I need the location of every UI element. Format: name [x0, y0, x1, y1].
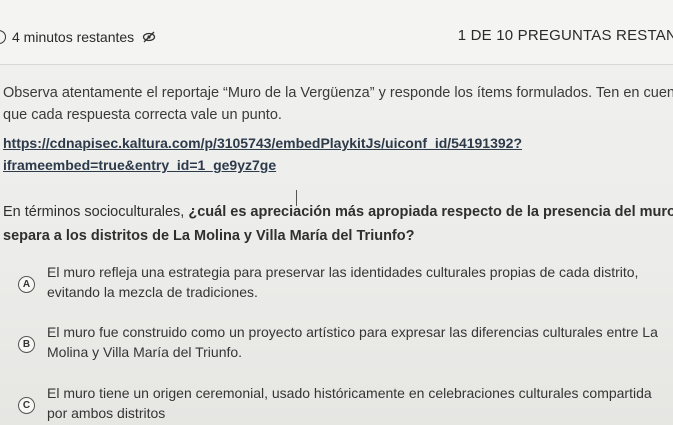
video-link-line[interactable]: https://cdnapisec.kaltura.com/p/3105743/…	[3, 132, 522, 154]
instructions: Observa atentamente el reportaje “Muro d…	[3, 82, 673, 126]
question-intro: En términos socioculturales,	[3, 204, 189, 220]
question-text: En términos socioculturales, ¿cuál es ap…	[3, 200, 673, 248]
questions-remaining: 1 DE 10 PREGUNTAS RESTAN	[457, 27, 673, 44]
option-text-c[interactable]: El muro tiene un origen ceremonial, usad…	[47, 383, 652, 403]
timer: 4 minutos restantes	[0, 27, 156, 47]
eye-slash-icon[interactable]	[142, 30, 156, 44]
option-text-c-cont[interactable]: por ambos distritos	[47, 403, 165, 423]
option-letter-a[interactable]: A	[18, 276, 35, 293]
instructions-line: Observa atentamente el reportaje “Muro d…	[3, 85, 673, 101]
video-link[interactable]: https://cdnapisec.kaltura.com/p/3105743/…	[3, 132, 522, 176]
video-link-line[interactable]: iframeembed=true&entry_id=1_ge9yz7ge	[3, 154, 522, 176]
option-text-a[interactable]: El muro refleja una estrategia para pres…	[47, 262, 638, 282]
option-text-b[interactable]: El muro fue construido como un proyecto …	[47, 322, 658, 342]
instructions-line: que cada respuesta correcta vale un punt…	[3, 107, 282, 123]
option-letter-b[interactable]: B	[18, 336, 35, 353]
quiz-header: 4 minutos restantes 1 DE 10 PREGUNTAS RE…	[0, 0, 673, 65]
clock-icon	[0, 30, 6, 44]
question-panel: Observa atentamente el reportaje “Muro d…	[0, 64, 673, 425]
option-text-a-cont[interactable]: evitando la mezcla de tradiciones.	[47, 282, 258, 302]
question-line: separa a los distritos de La Molina y Vi…	[3, 228, 415, 244]
question-line: En términos socioculturales, ¿cuál es ap…	[3, 200, 673, 224]
option-text-b-cont[interactable]: Molina y Villa María del Triunfo.	[47, 342, 242, 362]
option-letter-c[interactable]: C	[18, 397, 35, 414]
question-bold: ¿cuál es apreciación más apropiada respe…	[188, 204, 673, 220]
timer-text: 4 minutos restantes	[12, 29, 135, 45]
